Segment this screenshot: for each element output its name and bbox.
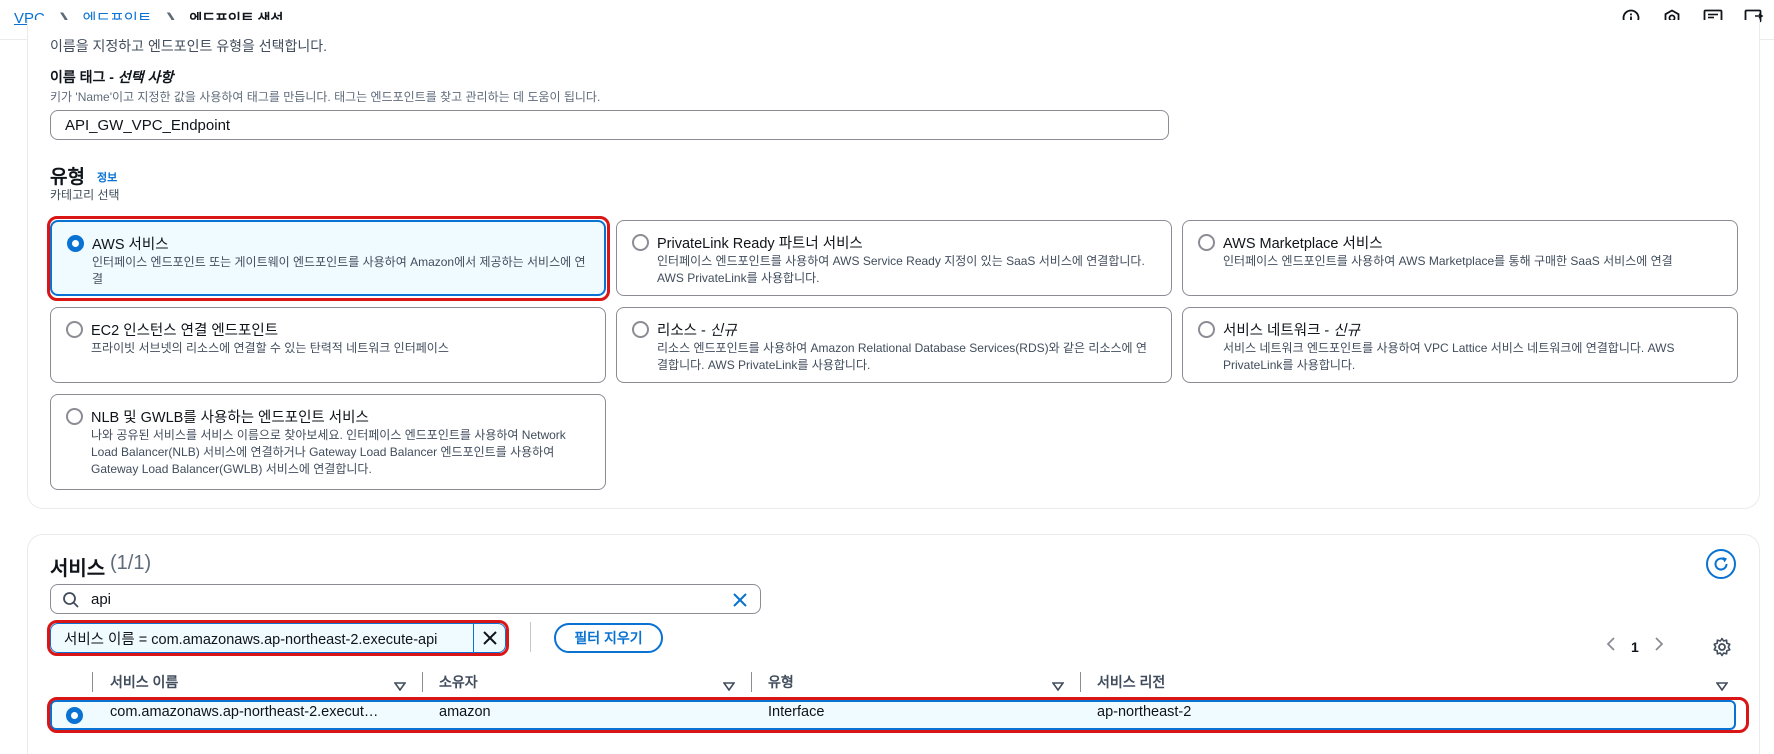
tile-description: 리소스 엔드포인트를 사용하여 Amazon Relational Databa…: [657, 341, 1147, 372]
radio-icon[interactable]: [66, 408, 83, 425]
tile-title: EC2 인스턴스 연결 엔드포인트: [91, 319, 278, 340]
tile-description: 프라이빗 서브넷의 리소스에 연결할 수 있는 탄력적 네트워크 인터페이스: [91, 341, 449, 355]
name-tag-description: 키가 'Name'이고 지정한 값을 사용하여 태그를 만듭니다. 태그는 엔드…: [50, 90, 601, 104]
optional-label: 선택 사항: [117, 69, 174, 85]
gear-icon[interactable]: [1712, 637, 1732, 662]
sort-icon[interactable]: [1051, 678, 1065, 696]
tile-description: 나와 공유된 서비스를 서비스 이름으로 찾아보세요. 인터페이스 엔드포인트를…: [91, 428, 566, 476]
tile-title: AWS Marketplace 서비스: [1223, 232, 1383, 253]
intro-text: 이름을 지정하고 엔드포인트 유형을 선택합니다.: [50, 38, 328, 54]
search-icon: [62, 591, 80, 614]
tile-nlb-gwlb-endpoint-services[interactable]: NLB 및 GWLB를 사용하는 엔드포인트 서비스 나와 공유된 서비스를 서…: [50, 394, 606, 490]
chevron-left-icon[interactable]: [1606, 636, 1616, 657]
tile-title: NLB 및 GWLB를 사용하는 엔드포인트 서비스: [91, 406, 369, 427]
tile-description: 인터페이스 엔드포인트를 사용하여 AWS Service Ready 지정이 …: [657, 254, 1145, 285]
column-separator: [1080, 672, 1081, 692]
tile-service-network[interactable]: 서비스 네트워크 - 신규 서비스 네트워크 엔드포인트를 사용하여 VPC L…: [1182, 307, 1738, 383]
tile-title-text: 서비스 네트워크 -: [1223, 323, 1334, 339]
type-heading: 유형: [50, 167, 85, 188]
services-heading: 서비스: [50, 558, 106, 580]
tile-title-text: NLB 및 GWLB를 사용하는 엔드포인트 서비스: [91, 410, 369, 426]
cell-region: ap-northeast-2: [1097, 704, 1192, 720]
refresh-icon[interactable]: [1706, 549, 1736, 579]
tile-title-text: EC2 인스턴스 연결 엔드포인트: [91, 323, 279, 339]
tile-title-text: 리소스 -: [657, 323, 710, 339]
sort-icon[interactable]: [393, 678, 407, 696]
tile-resources[interactable]: 리소스 - 신규 리소스 엔드포인트를 사용하여 Amazon Relation…: [616, 307, 1172, 383]
radio-selected-icon[interactable]: [67, 235, 84, 252]
tile-privatelink-ready[interactable]: PrivateLink Ready 파트너 서비스 인터페이스 엔드포인트를 사…: [616, 220, 1172, 296]
filter-token-text[interactable]: 서비스 이름 = com.amazonaws.ap-northeast-2.ex…: [51, 628, 473, 649]
tile-title: 서비스 네트워크 - 신규: [1223, 319, 1360, 340]
search-value[interactable]: api: [91, 591, 111, 608]
tile-aws-marketplace[interactable]: AWS Marketplace 서비스 인터페이스 엔드포인트를 사용하여 AW…: [1182, 220, 1738, 296]
column-separator: [422, 672, 423, 692]
pagination: 1: [1606, 636, 1664, 657]
tile-title-text: AWS 서비스: [92, 237, 169, 253]
sort-icon[interactable]: [722, 678, 736, 696]
tile-title: PrivateLink Ready 파트너 서비스: [657, 232, 863, 253]
tile-title: AWS 서비스: [92, 233, 169, 254]
name-tag-input[interactable]: [50, 110, 1169, 140]
tile-title: 리소스 - 신규: [657, 319, 737, 340]
column-separator: [751, 672, 752, 692]
new-label: 신규: [709, 323, 737, 339]
radio-icon[interactable]: [632, 234, 649, 251]
type-subtitle: 카테고리 선택: [50, 188, 120, 202]
radio-icon[interactable]: [632, 321, 649, 338]
tile-aws-services[interactable]: AWS 서비스 인터페이스 엔드포인트 또는 게이트웨이 엔드포인트를 사용하여…: [50, 220, 606, 296]
row-radio-selected-icon[interactable]: [66, 707, 83, 724]
chevron-right-icon[interactable]: [1654, 636, 1664, 657]
tile-title-text: AWS Marketplace 서비스: [1223, 236, 1383, 252]
tile-description: 인터페이스 엔드포인트를 사용하여 AWS Marketplace를 통해 구매…: [1223, 254, 1673, 268]
tile-ec2-instance-connect[interactable]: EC2 인스턴스 연결 엔드포인트 프라이빗 서브넷의 리소스에 연결할 수 있…: [50, 307, 606, 383]
column-header-region[interactable]: 서비스 리전: [1097, 670, 1165, 694]
radio-icon[interactable]: [66, 321, 83, 338]
cell-service-name: com.amazonaws.ap-northeast-2.execut…: [110, 704, 379, 720]
tile-description: 서비스 네트워크 엔드포인트를 사용하여 VPC Lattice 서비스 네트워…: [1223, 341, 1675, 372]
service-search-box[interactable]: api: [50, 584, 761, 614]
cell-type: Interface: [768, 704, 825, 720]
name-tag-label-text: 이름 태그 -: [50, 69, 118, 85]
remove-filter-icon[interactable]: [473, 624, 505, 652]
services-count: (1/1): [110, 552, 152, 574]
cell-owner: amazon: [439, 704, 491, 720]
radio-icon[interactable]: [1198, 321, 1215, 338]
divider: [530, 622, 531, 652]
name-tag-label: 이름 태그 - 선택 사항: [50, 67, 173, 87]
sort-icon[interactable]: [1715, 678, 1729, 696]
info-link[interactable]: 정보: [97, 169, 117, 185]
filter-token[interactable]: 서비스 이름 = com.amazonaws.ap-northeast-2.ex…: [50, 623, 506, 653]
tile-description: 인터페이스 엔드포인트 또는 게이트웨이 엔드포인트를 사용하여 Amazon에…: [92, 255, 586, 286]
page-number[interactable]: 1: [1631, 639, 1639, 655]
clear-filters-button[interactable]: 필터 지우기: [554, 623, 663, 653]
column-header-owner[interactable]: 소유자: [439, 670, 478, 694]
radio-icon[interactable]: [1198, 234, 1215, 251]
new-label: 신규: [1333, 323, 1360, 339]
tile-title-text: PrivateLink Ready 파트너 서비스: [657, 236, 863, 252]
column-separator: [92, 672, 93, 692]
column-header-service-name[interactable]: 서비스 이름: [110, 670, 178, 694]
clear-search-icon[interactable]: [731, 591, 749, 614]
column-header-type[interactable]: 유형: [768, 670, 794, 694]
